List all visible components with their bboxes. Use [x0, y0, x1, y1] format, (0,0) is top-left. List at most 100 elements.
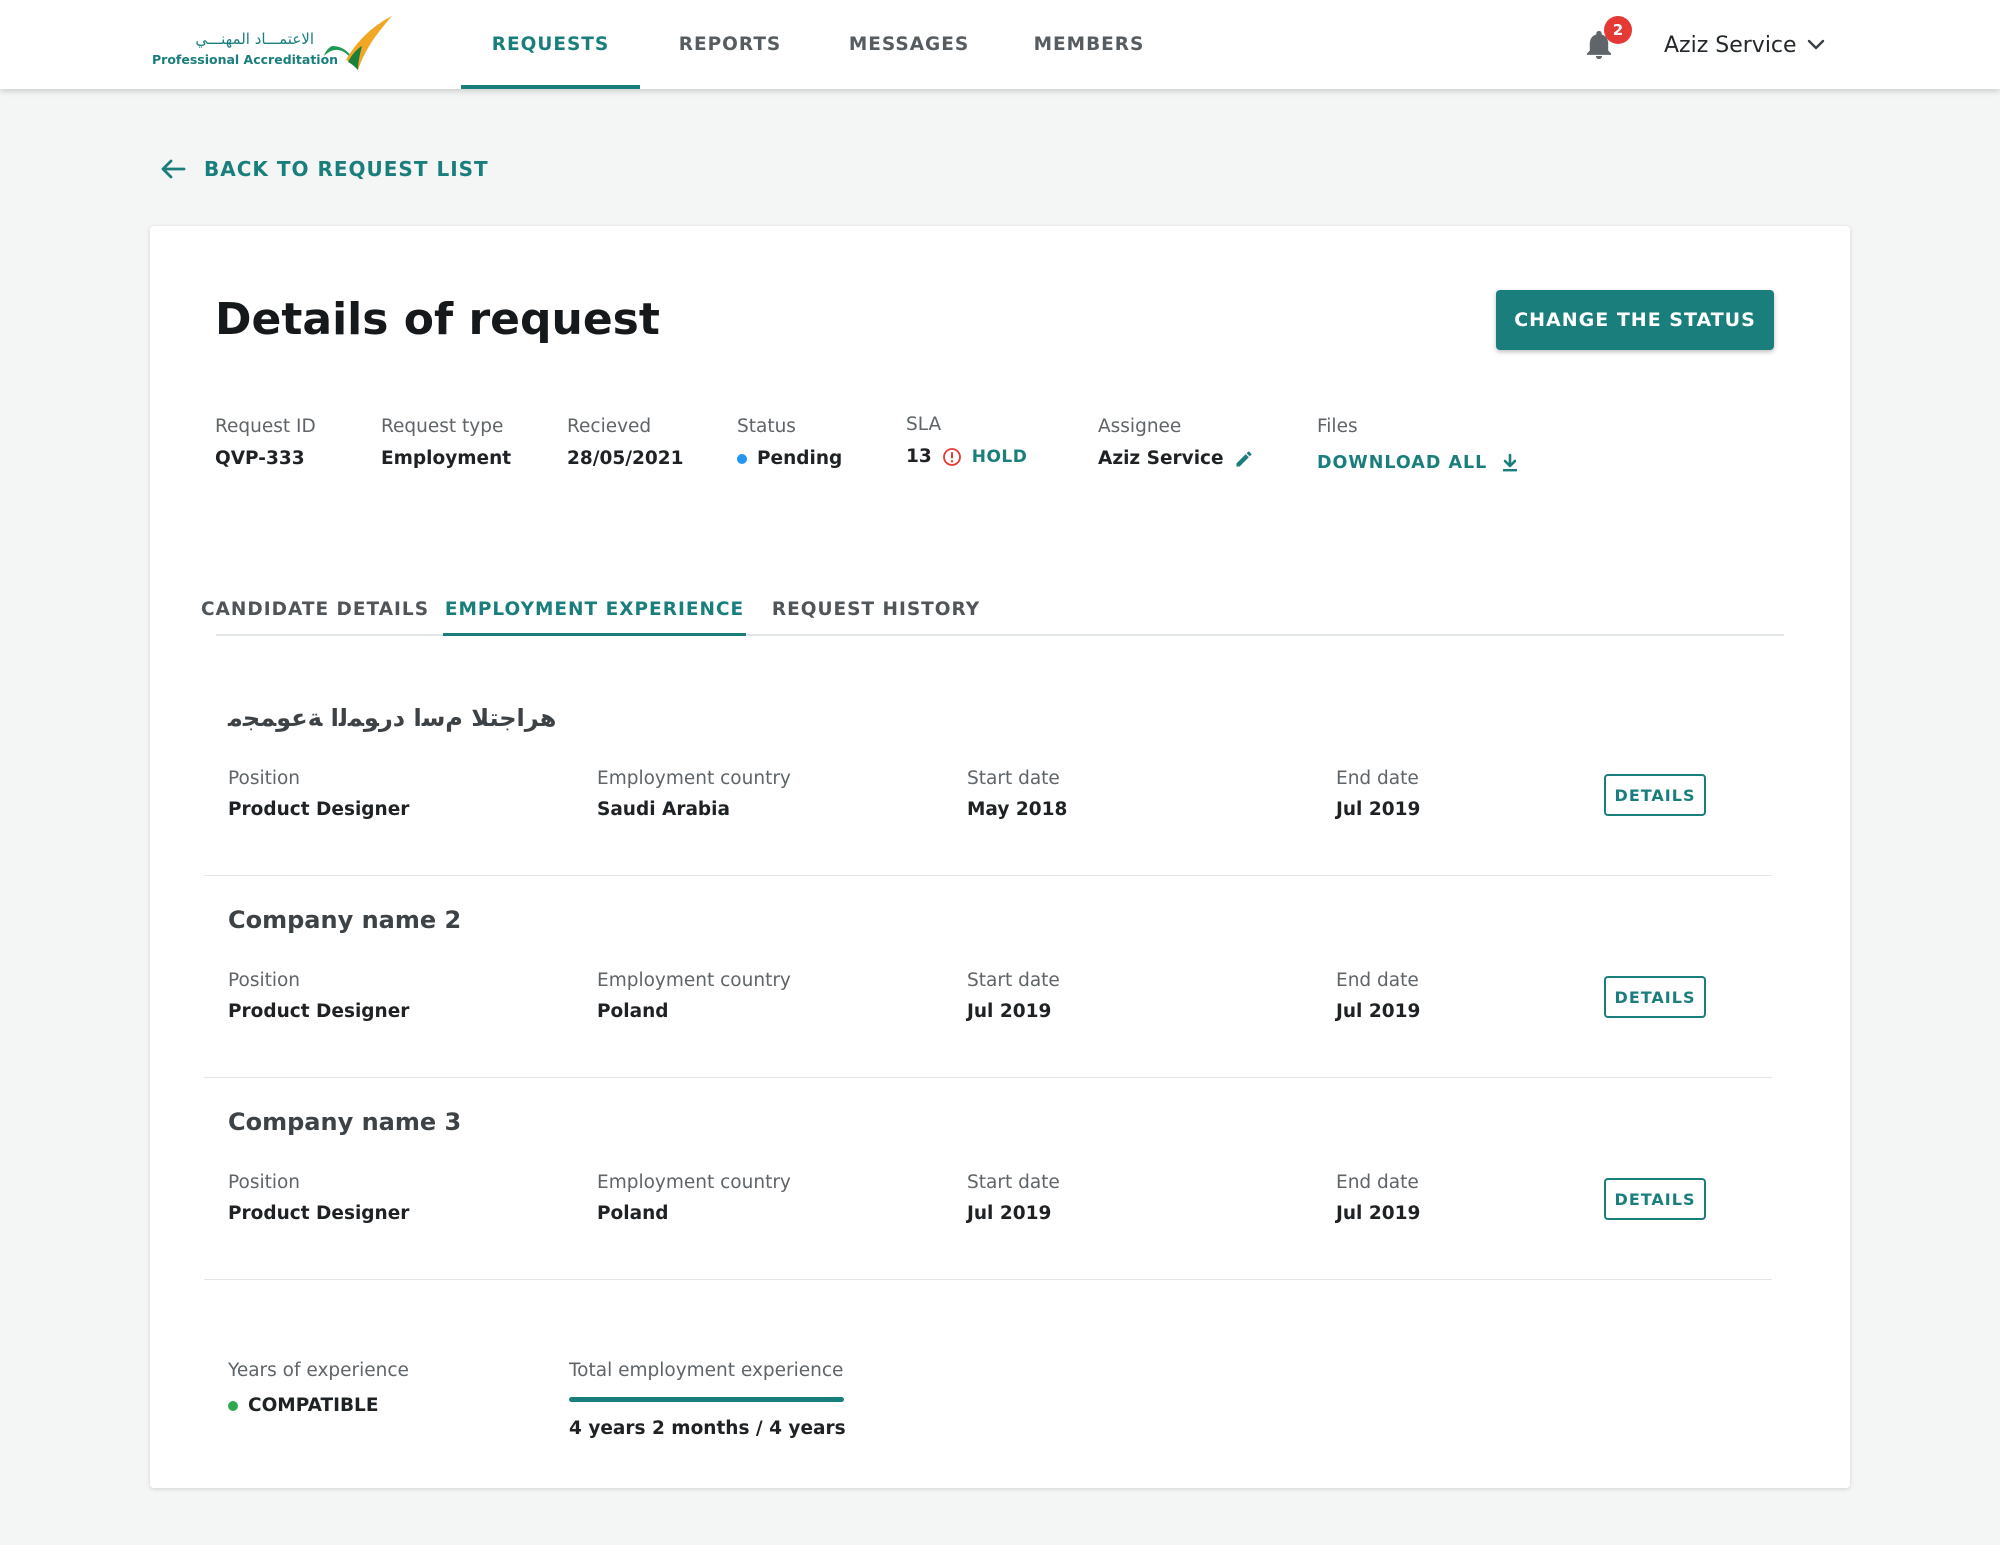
accreditation-checkmark-icon — [324, 16, 392, 70]
details-button[interactable]: DETAILS — [1604, 976, 1706, 1018]
tab-employment-experience[interactable]: EMPLOYMENT EXPERIENCE — [443, 582, 746, 636]
user-menu[interactable]: Aziz Service — [1664, 26, 1825, 64]
employment-country-value: Poland — [597, 1203, 669, 1224]
request-id-value: QVP-333 — [215, 448, 305, 469]
request-type-value: Employment — [381, 448, 512, 469]
start-date-value: May 2018 — [967, 799, 1068, 820]
total-employment-experience: Total employment experience 4 years 2 mo… — [569, 1360, 846, 1439]
employment-country-label: Employment country — [597, 970, 791, 991]
employment-country-field: Employment country Saudi Arabia — [597, 768, 791, 820]
position-value: Product Designer — [228, 1001, 410, 1022]
chevron-down-icon — [1807, 39, 1824, 50]
files-field: Files DOWNLOAD ALL — [1317, 416, 1519, 473]
end-date-field: End date Jul 2019 — [1336, 768, 1420, 820]
position-label: Position — [228, 970, 301, 991]
page-title: Details of request — [215, 294, 660, 345]
tab-candidate-details[interactable]: CANDIDATE DETAILS — [201, 582, 428, 636]
back-to-request-list-link[interactable]: BACK TO REQUEST LIST — [160, 152, 489, 186]
status-dot-icon — [737, 453, 747, 464]
start-date-value: Jul 2019 — [967, 1203, 1052, 1224]
employment-entry: Company name 2 Position Product Designer… — [204, 878, 1772, 1078]
request-id-label: Request ID — [215, 416, 316, 437]
top-navigation-bar: الاعتمـــاد المهنـــي Professional Accre… — [0, 0, 2000, 89]
sla-field: SLA 13 HOLD — [906, 414, 1027, 467]
received-field: Recieved 28/05/2021 — [567, 416, 684, 469]
status-label: Status — [737, 416, 796, 437]
status-field: Status Pending — [737, 416, 842, 469]
employment-entry: Company name 3 Position Product Designer… — [204, 1080, 1772, 1280]
experience-progress-bar — [569, 1397, 844, 1402]
end-date-value: Jul 2019 — [1336, 799, 1421, 820]
sla-value: 13 — [906, 446, 932, 467]
end-date-value: Jul 2019 — [1336, 1001, 1421, 1022]
nav-requests[interactable]: REQUESTS — [461, 0, 640, 89]
end-date-label: End date — [1336, 970, 1419, 991]
nav-reports[interactable]: REPORTS — [664, 0, 796, 89]
employment-country-label: Employment country — [597, 1172, 791, 1193]
back-link-label: BACK TO REQUEST LIST — [204, 157, 489, 181]
alert-circle-icon — [942, 447, 961, 466]
employment-country-field: Employment country Poland — [597, 970, 791, 1022]
end-date-label: End date — [1336, 768, 1419, 789]
details-button[interactable]: DETAILS — [1604, 1178, 1706, 1220]
request-type-label: Request type — [381, 416, 504, 437]
download-all-label: DOWNLOAD ALL — [1317, 453, 1488, 473]
nav-members[interactable]: MEMBERS — [1022, 0, 1156, 89]
employment-entry: هراجتلا مﺳا درﻮﻤﻟا ﺔﻋﻮﻤﺠﻣ Position Produ… — [204, 676, 1772, 876]
end-date-value: Jul 2019 — [1336, 1203, 1421, 1224]
assignee-field: Assignee Aziz Service — [1098, 416, 1254, 469]
position-field: Position Product Designer — [228, 1172, 409, 1224]
sla-label: SLA — [906, 414, 942, 435]
end-date-field: End date Jul 2019 — [1336, 1172, 1420, 1224]
nav-messages[interactable]: MESSAGES — [836, 0, 982, 89]
start-date-field: Start date May 2018 — [967, 768, 1067, 820]
download-all-link[interactable]: DOWNLOAD ALL — [1317, 453, 1519, 473]
arrow-left-icon — [161, 159, 186, 179]
start-date-field: Start date Jul 2019 — [967, 970, 1060, 1022]
logo-arabic-text: الاعتمـــاد المهنـــي — [195, 30, 314, 48]
total-employment-experience-label: Total employment experience — [569, 1360, 844, 1381]
position-field: Position Product Designer — [228, 970, 409, 1022]
user-name: Aziz Service — [1664, 32, 1797, 58]
notification-count-badge: 2 — [1604, 16, 1632, 44]
received-label: Recieved — [567, 416, 652, 437]
files-label: Files — [1317, 416, 1358, 437]
years-of-experience-label: Years of experience — [228, 1360, 409, 1381]
tab-request-history[interactable]: REQUEST HISTORY — [766, 582, 986, 636]
professional-accreditation-logo[interactable]: الاعتمـــاد المهنـــي Professional Accre… — [152, 16, 402, 74]
experience-progress-fill — [569, 1397, 844, 1402]
request-details-card: Details of request CHANGE THE STATUS Req… — [150, 226, 1850, 1488]
company-name: Company name 3 — [228, 1108, 462, 1136]
start-date-label: Start date — [967, 768, 1060, 789]
received-value: 28/05/2021 — [567, 448, 684, 469]
sla-hold-badge: HOLD — [971, 446, 1028, 467]
position-field: Position Product Designer — [228, 768, 409, 820]
total-employment-experience-value: 4 years 2 months / 4 years — [569, 1418, 846, 1439]
download-icon — [1503, 453, 1518, 472]
employment-country-value: Saudi Arabia — [597, 799, 730, 820]
position-label: Position — [228, 768, 301, 789]
start-date-label: Start date — [967, 970, 1060, 991]
company-name: هراجتلا مﺳا درﻮﻤﻟا ﺔﻋﻮﻤﺠﻣ — [228, 704, 557, 732]
pencil-icon[interactable] — [1234, 449, 1254, 469]
years-of-experience-value: COMPATIBLE — [248, 1395, 379, 1416]
end-date-label: End date — [1336, 1172, 1419, 1193]
start-date-field: Start date Jul 2019 — [967, 1172, 1060, 1224]
employment-country-label: Employment country — [597, 768, 791, 789]
request-id-field: Request ID QVP-333 — [215, 416, 316, 469]
position-label: Position — [228, 1172, 301, 1193]
start-date-value: Jul 2019 — [967, 1001, 1052, 1022]
employment-country-value: Poland — [597, 1001, 669, 1022]
position-value: Product Designer — [228, 1203, 410, 1224]
start-date-label: Start date — [967, 1172, 1060, 1193]
years-of-experience: Years of experience COMPATIBLE — [228, 1360, 409, 1416]
compatible-dot-icon — [228, 1400, 238, 1411]
status-value: Pending — [757, 448, 843, 469]
assignee-label: Assignee — [1098, 416, 1182, 437]
end-date-field: End date Jul 2019 — [1336, 970, 1420, 1022]
company-name: Company name 2 — [228, 906, 462, 934]
assignee-value: Aziz Service — [1098, 448, 1224, 469]
change-status-button[interactable]: CHANGE THE STATUS — [1496, 290, 1774, 350]
employment-country-field: Employment country Poland — [597, 1172, 791, 1224]
details-button[interactable]: DETAILS — [1604, 774, 1706, 816]
